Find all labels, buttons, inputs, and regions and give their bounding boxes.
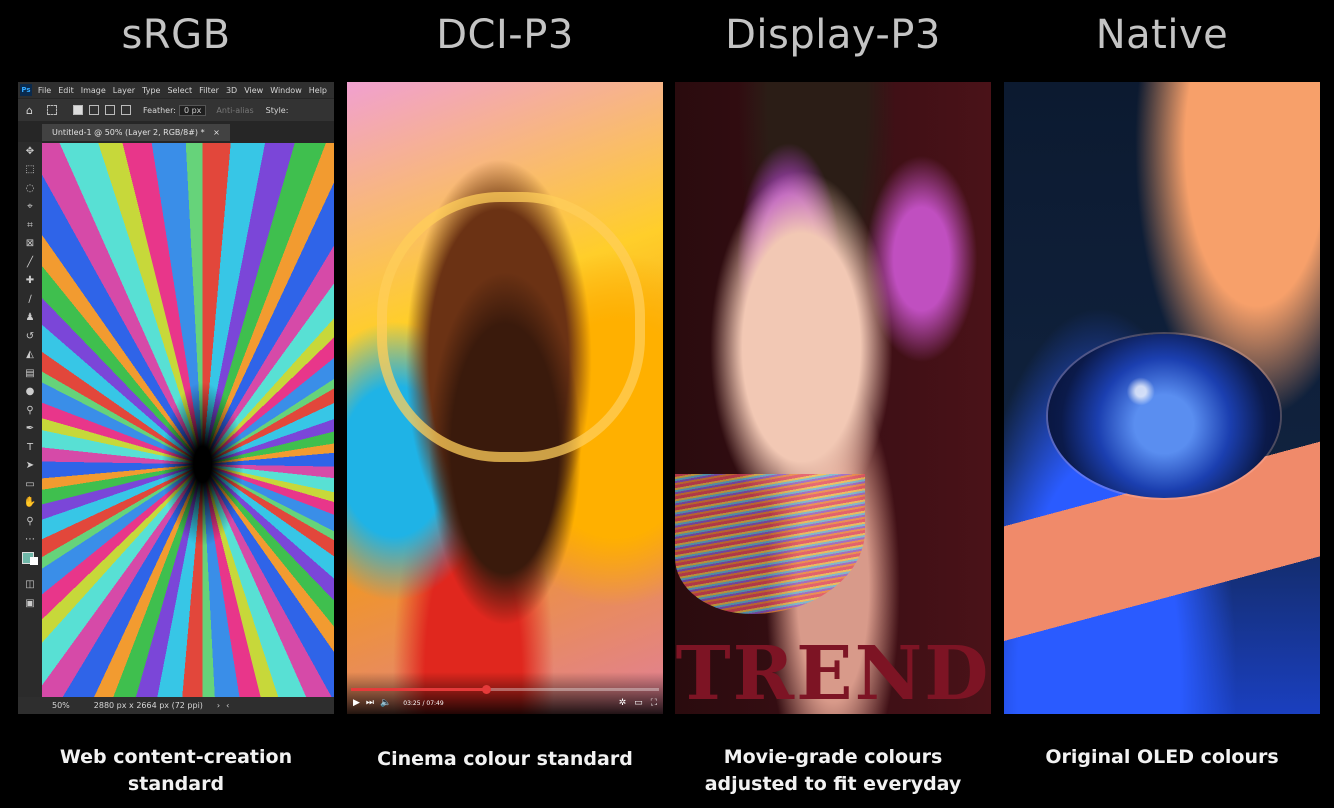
- astronaut-helmet: [377, 192, 645, 462]
- document-tab-label: Untitled-1 @ 50% (Layer 2, RGB/8#) *: [52, 128, 205, 137]
- style-label: Style:: [265, 105, 289, 115]
- heading-native: Native: [1095, 12, 1229, 58]
- path-select-icon[interactable]: ➤: [18, 457, 42, 476]
- editor-statusbar: 50% 2880 px x 2664 px (72 ppi) › ‹: [18, 697, 334, 714]
- dodge-icon[interactable]: ⚲: [18, 401, 42, 420]
- crop-icon[interactable]: ⌗: [18, 216, 42, 235]
- healing-icon[interactable]: ✚: [18, 272, 42, 291]
- video-time: 03:25 / 07:49: [403, 699, 444, 707]
- marquee-icon[interactable]: ⬚: [18, 161, 42, 180]
- eraser-icon[interactable]: ◭: [18, 346, 42, 365]
- new-selection-icon[interactable]: [72, 105, 83, 115]
- intersect-selection-icon[interactable]: [120, 105, 131, 115]
- chevron-left-icon[interactable]: ‹: [226, 701, 229, 710]
- heading-display-p3: Display-P3: [725, 12, 941, 58]
- close-icon[interactable]: ×: [213, 128, 220, 137]
- menu-select[interactable]: Select: [167, 86, 192, 95]
- chevron-right-icon[interactable]: ›: [217, 701, 220, 710]
- caption-srgb: Web content-creation standard: [11, 744, 341, 798]
- screen-mode-icon[interactable]: ▣: [18, 594, 42, 613]
- gradient-icon[interactable]: ▤: [18, 364, 42, 383]
- marquee-icon[interactable]: [46, 105, 57, 115]
- home-icon[interactable]: ⌂: [26, 104, 33, 117]
- subtract-selection-icon[interactable]: [104, 105, 115, 115]
- pen-icon[interactable]: ✒: [18, 420, 42, 439]
- video-scrubber[interactable]: [481, 685, 491, 694]
- move-icon[interactable]: ✥: [18, 142, 42, 161]
- video-controls: ▶ ⏭ 🔈 03:25 / 07:49 ✲ ▭ ⛶: [347, 672, 663, 714]
- caption-dci-p3-line-1: Cinema colour standard: [377, 748, 633, 770]
- type-icon[interactable]: T: [18, 438, 42, 457]
- frame-icon[interactable]: ⊠: [18, 235, 42, 254]
- video-progress-fill: [351, 688, 486, 691]
- play-icon[interactable]: ▶: [353, 698, 360, 708]
- quick-mask-icon[interactable]: ◫: [18, 576, 42, 595]
- volume-icon[interactable]: 🔈: [380, 698, 391, 708]
- heading-srgb: sRGB: [121, 12, 231, 58]
- menu-filter[interactable]: Filter: [199, 86, 219, 95]
- rectangle-icon[interactable]: ▭: [18, 475, 42, 494]
- feather-input[interactable]: 0 px: [178, 104, 207, 116]
- menu-window[interactable]: Window: [270, 86, 302, 95]
- blur-icon[interactable]: ●: [18, 383, 42, 402]
- menu-type[interactable]: Type: [142, 86, 160, 95]
- srgb-editor-image: Ps File Edit Image Layer Type Select Fil…: [18, 82, 334, 714]
- water-droplet-sphere: [1048, 334, 1280, 498]
- dci-p3-video-image: ▶ ⏭ 🔈 03:25 / 07:49 ✲ ▭ ⛶: [347, 82, 663, 714]
- brush-icon[interactable]: ∕: [18, 290, 42, 309]
- video-control-row: ▶ ⏭ 🔈 03:25 / 07:49 ✲ ▭ ⛶: [353, 696, 657, 710]
- tools-panel: ✥ ⬚ ◌ ⌖ ⌗ ⊠ ╱ ✚ ∕ ♟ ↺ ◭ ▤ ● ⚲ ✒ T ➤ ▭ ✋ …: [18, 142, 42, 697]
- caption-display-p3: Movie-grade colours adjusted to fit ever…: [668, 744, 998, 798]
- eyedropper-icon[interactable]: ╱: [18, 253, 42, 272]
- heading-dci-p3: DCI-P3: [436, 12, 574, 58]
- app-logo: Ps: [20, 84, 32, 96]
- magazine-masthead: TREND: [675, 631, 991, 714]
- anti-alias-label[interactable]: Anti-alias: [216, 106, 253, 115]
- caption-srgb-line-2: standard: [127, 773, 225, 795]
- feather-label: Feather:: [142, 105, 176, 115]
- menu-view[interactable]: View: [244, 86, 263, 95]
- caption-display-p3-line-2: adjusted to fit everyday: [704, 773, 962, 795]
- menu-layer[interactable]: Layer: [113, 86, 135, 95]
- document-tab[interactable]: Untitled-1 @ 50% (Layer 2, RGB/8#) * ×: [42, 124, 230, 141]
- menu-edit[interactable]: Edit: [58, 86, 74, 95]
- editor-menubar: Ps File Edit Image Layer Type Select Fil…: [18, 82, 334, 98]
- fullscreen-icon[interactable]: ⛶: [651, 698, 657, 708]
- miniplayer-icon[interactable]: ▭: [634, 698, 643, 708]
- colorful-necklace: [675, 474, 865, 614]
- caption-dci-p3: Cinema colour standard: [340, 746, 670, 773]
- caption-native: Original OLED colours: [997, 744, 1327, 771]
- settings-icon[interactable]: ✲: [619, 698, 627, 708]
- history-brush-icon[interactable]: ↺: [18, 327, 42, 346]
- caption-display-p3-line-1: Movie-grade colours: [723, 746, 943, 768]
- color-swatches-icon[interactable]: [18, 549, 42, 568]
- menu-file[interactable]: File: [38, 86, 51, 95]
- more-tools-icon[interactable]: ⋯: [18, 531, 42, 550]
- display-p3-magazine-image: TREND: [675, 82, 991, 714]
- menu-help[interactable]: Help: [309, 86, 327, 95]
- quick-select-icon[interactable]: ⌖: [18, 198, 42, 217]
- hand-icon[interactable]: ✋: [18, 494, 42, 513]
- canvas-swirl-artwork: [42, 143, 334, 697]
- next-icon[interactable]: ⏭: [366, 698, 374, 708]
- menu-3d[interactable]: 3D: [226, 86, 237, 95]
- add-selection-icon[interactable]: [88, 105, 99, 115]
- zoom-icon[interactable]: ⚲: [18, 512, 42, 531]
- video-progress-track[interactable]: [351, 685, 659, 694]
- document-info: 2880 px x 2664 px (72 ppi): [93, 701, 203, 710]
- caption-native-line-1: Original OLED colours: [1045, 746, 1279, 768]
- zoom-level[interactable]: 50%: [52, 701, 70, 710]
- native-macro-image: [1004, 82, 1320, 714]
- editor-options-bar: ⌂ Feather: 0 px Anti-alias Style:: [18, 99, 334, 121]
- stamp-icon[interactable]: ♟: [18, 309, 42, 328]
- menu-image[interactable]: Image: [81, 86, 106, 95]
- lasso-icon[interactable]: ◌: [18, 179, 42, 198]
- caption-srgb-line-1: Web content-creation: [59, 746, 293, 768]
